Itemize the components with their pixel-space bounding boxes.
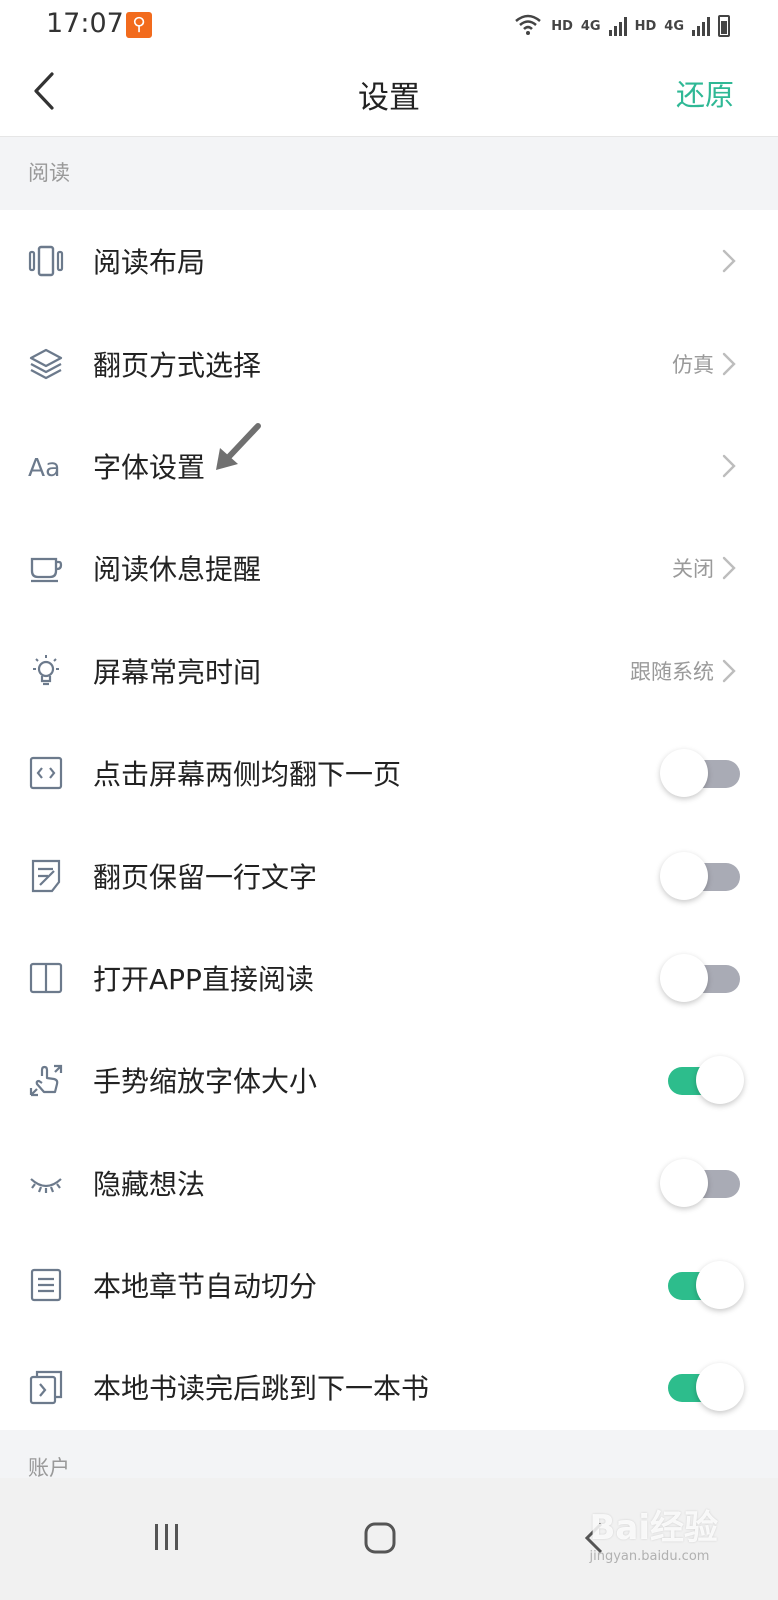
network-type-label: 4G [664, 18, 684, 34]
settings-row-label: 阅读布局 [93, 246, 206, 280]
recent-apps-button[interactable] [137, 1508, 197, 1568]
settings-row-label: 点击屏幕两侧均翻下一页 [93, 758, 402, 792]
signal-icon [692, 16, 710, 36]
recent-apps-icon [155, 1524, 178, 1550]
section-header-account: 账户 [0, 1430, 778, 1478]
settings-row-control [722, 249, 736, 273]
network-type-label: 4G [580, 18, 601, 34]
home-button[interactable] [350, 1508, 410, 1568]
settings-row[interactable]: 本地书读完后跳到下一本书 [0, 1336, 778, 1439]
font-icon: Aa [28, 448, 64, 484]
watermark: Bai经验 jingyan.baidu.com [589, 1500, 718, 1564]
settings-row-value: 跟随系统 [630, 659, 714, 684]
settings-row-control [660, 1056, 744, 1105]
notification-app-icon: ⚲ [126, 12, 152, 38]
layers-icon [28, 346, 64, 382]
toggle-knob [660, 851, 708, 900]
layout-icon [28, 243, 64, 279]
next-book-icon [28, 1369, 64, 1405]
settings-row-value: 关闭 [672, 557, 714, 582]
status-indicators: HD 4G HD 4G [513, 12, 730, 40]
chevron-right-icon [722, 659, 736, 683]
settings-row[interactable]: 屏幕常亮时间 跟随系统 [0, 619, 778, 722]
toggle-knob [696, 1261, 744, 1310]
watermark-url: jingyan.baidu.com [589, 1549, 710, 1564]
app-header: 设置 还原 [0, 48, 778, 137]
settings-row-label: 翻页方式选择 [93, 348, 262, 382]
settings-row[interactable]: 手势缩放字体大小 [0, 1029, 778, 1132]
page-title: 设置 [358, 80, 420, 116]
settings-row-control: 仿真 [672, 349, 736, 379]
closed-eye-icon [28, 1165, 64, 1201]
toggle-switch[interactable] [660, 1261, 744, 1310]
hd-label: HD [634, 18, 657, 34]
toggle-switch[interactable] [660, 749, 744, 798]
chevron-right-icon [722, 454, 736, 478]
settings-row-control [660, 953, 744, 1002]
toggle-switch[interactable] [660, 1158, 744, 1207]
battery-icon [718, 15, 730, 37]
annotation-arrow-icon [216, 423, 261, 470]
svg-text:Aa: Aa [28, 453, 60, 482]
settings-row-label: 本地章节自动切分 [93, 1270, 318, 1304]
status-bar: 17:07 ⚲ HD 4G HD 4G [0, 0, 778, 48]
section-header-reading: 阅读 [0, 137, 778, 210]
settings-row[interactable]: Aa 字体设置 [0, 414, 778, 518]
note-icon [28, 858, 64, 894]
settings-row-label: 阅读休息提醒 [93, 553, 262, 587]
settings-row-control: 关闭 [672, 553, 736, 583]
chevron-right-icon [722, 352, 736, 376]
gesture-icon [28, 1062, 64, 1098]
toggle-switch[interactable] [660, 1363, 744, 1412]
settings-row-control: 跟随系统 [630, 656, 736, 686]
settings-row-control [660, 1261, 744, 1310]
settings-row-label: 本地书读完后跳到下一本书 [93, 1372, 430, 1406]
hd-label: HD [551, 18, 573, 34]
toggle-knob [660, 749, 708, 798]
settings-row[interactable]: 阅读布局 [0, 210, 778, 313]
settings-list: 阅读布局翻页方式选择 仿真 Aa 字体设置阅读休息提醒 关闭屏幕常亮时间 跟随系统点击屏幕… [0, 210, 778, 1439]
watermark-brand: Bai经验 [589, 1508, 718, 1548]
toggle-knob [660, 953, 708, 1002]
toggle-knob [696, 1363, 744, 1412]
settings-row-value: 仿真 [672, 352, 714, 377]
chevron-right-icon [722, 249, 736, 273]
home-icon [364, 1522, 396, 1554]
settings-row-control [660, 851, 744, 900]
code-page-icon [28, 755, 64, 791]
settings-row[interactable]: 本地章节自动切分 [0, 1233, 778, 1337]
settings-row-control [722, 454, 736, 478]
toggle-knob [696, 1056, 744, 1105]
bulb-icon [28, 653, 64, 689]
wifi-icon [513, 12, 543, 40]
book-open-icon [28, 960, 64, 996]
settings-row[interactable]: 翻页方式选择 仿真 [0, 312, 778, 415]
settings-row-label: 打开APP直接阅读 [93, 962, 314, 996]
list-icon [28, 1267, 64, 1303]
settings-row-control [660, 749, 744, 798]
settings-row-label: 屏幕常亮时间 [93, 655, 262, 689]
toggle-knob [660, 1158, 708, 1207]
toggle-switch[interactable] [660, 851, 744, 900]
cup-icon [28, 550, 64, 586]
toggle-switch[interactable] [660, 953, 744, 1002]
chevron-right-icon [722, 556, 736, 580]
settings-row-label: 手势缩放字体大小 [93, 1065, 318, 1099]
signal-icon [608, 16, 627, 36]
restore-button[interactable]: 还原 [676, 72, 734, 114]
settings-row[interactable]: 点击屏幕两侧均翻下一页 [0, 721, 778, 825]
settings-row-label: 翻页保留一行文字 [93, 860, 318, 894]
settings-row-label: 字体设置 [93, 450, 206, 484]
settings-row-control [660, 1158, 744, 1207]
settings-row-control [660, 1363, 744, 1412]
status-time: 17:07 [46, 8, 124, 39]
settings-row-label: 隐藏想法 [93, 1167, 206, 1201]
settings-row[interactable]: 打开APP直接阅读 [0, 926, 778, 1030]
settings-row[interactable]: 隐藏想法 [0, 1131, 778, 1234]
toggle-switch[interactable] [660, 1056, 744, 1105]
settings-row[interactable]: 翻页保留一行文字 [0, 824, 778, 927]
settings-row[interactable]: 阅读休息提醒 关闭 [0, 517, 778, 620]
